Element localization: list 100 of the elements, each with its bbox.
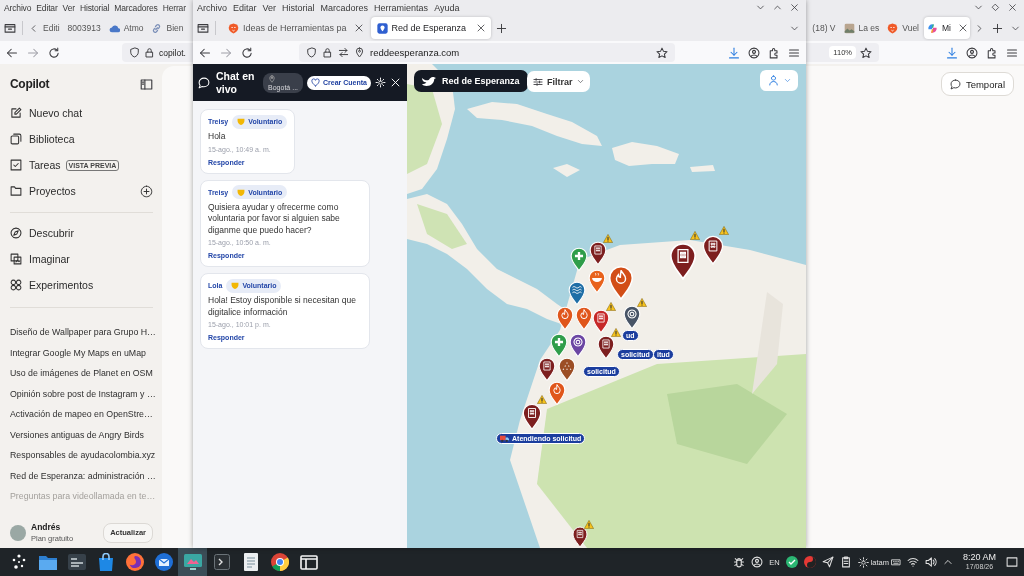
menu-item[interactable]: Editar <box>36 2 58 13</box>
mail-icon[interactable] <box>154 553 173 571</box>
browser-tab[interactable]: 8003913 <box>64 17 104 39</box>
building-pin-icon[interactable] <box>589 241 607 266</box>
swap-icon[interactable] <box>338 47 349 58</box>
menu-item[interactable]: Archivo <box>4 2 32 13</box>
chat-history-item[interactable]: Red de Esperanza: administración … <box>10 465 153 486</box>
download-icon[interactable] <box>946 46 958 59</box>
sidebar-toggle-icon[interactable] <box>140 77 153 91</box>
sidebar-item[interactable]: Experimentos <box>10 279 94 291</box>
chat-history-item[interactable]: Opinión sobre post de Instagram y … <box>10 383 153 404</box>
back-icon[interactable] <box>6 46 18 59</box>
brightness-icon[interactable] <box>857 556 869 568</box>
menu-item[interactable]: Marcadores <box>320 2 369 13</box>
reload-icon[interactable] <box>241 46 253 59</box>
star-icon[interactable] <box>656 46 668 59</box>
browser-tab[interactable]: La es <box>840 17 883 39</box>
sidebar-item[interactable]: Nuevo chat <box>10 107 83 119</box>
dots-pin-icon[interactable] <box>558 357 576 382</box>
menu-item[interactable]: Marcadores <box>114 2 158 13</box>
sidebar-item[interactable]: Descubrir <box>10 227 74 239</box>
clock-time[interactable]: 8:20 AM <box>962 552 996 562</box>
shield-icon[interactable] <box>129 47 140 58</box>
chat-history-item[interactable]: Responsables de ayudacolombia.xyz <box>10 445 153 466</box>
volume-icon[interactable] <box>924 556 937 568</box>
window-icon[interactable] <box>299 554 318 570</box>
location-pin-icon[interactable] <box>354 47 365 58</box>
flame-pin-icon[interactable] <box>556 306 574 331</box>
add-icon[interactable] <box>140 184 153 198</box>
sidebar-item[interactable]: Tareas <box>10 159 61 171</box>
temporary-chat-button[interactable]: Temporal <box>940 72 1014 96</box>
shield-icon[interactable] <box>306 47 317 58</box>
browser-tab[interactable]: Ideas de Herramientas pa <box>222 17 369 39</box>
menu-icon[interactable] <box>1006 46 1018 59</box>
bug-icon[interactable] <box>733 556 746 568</box>
ring-pin-icon[interactable] <box>569 333 587 358</box>
ring-pin-icon[interactable] <box>623 305 641 330</box>
new-tab-icon[interactable] <box>992 22 1003 34</box>
account-icon[interactable] <box>748 46 760 59</box>
url-text[interactable]: reddeesperanza.com <box>370 47 460 58</box>
terminal-icon[interactable] <box>213 554 230 570</box>
display-icon[interactable] <box>183 554 202 570</box>
browser-tab[interactable]: Red de Esperanza <box>370 17 491 39</box>
back-icon[interactable] <box>199 46 211 59</box>
menu-item[interactable]: Ver <box>262 2 277 13</box>
tab-list-icon[interactable] <box>4 22 16 34</box>
restore-icon[interactable] <box>991 3 1000 12</box>
browser-tab[interactable]: Vuel <box>884 17 922 39</box>
document-icon[interactable] <box>243 553 258 571</box>
building-pin-icon[interactable] <box>522 403 542 430</box>
brand-button[interactable]: Red de Esperanza <box>414 70 528 92</box>
settings-icon[interactable] <box>375 77 386 88</box>
menu-item[interactable]: Historial <box>79 2 110 13</box>
building-pin-icon[interactable] <box>597 335 615 360</box>
reload-icon[interactable] <box>48 46 60 59</box>
extensions-icon[interactable] <box>986 46 998 59</box>
taskbar-button[interactable] <box>178 548 207 576</box>
waves-pin-icon[interactable] <box>568 281 586 306</box>
wifi-icon[interactable] <box>906 556 919 568</box>
tab-list-icon[interactable] <box>197 22 209 34</box>
check-circle-icon[interactable] <box>785 556 798 568</box>
keyboard-icon[interactable] <box>890 557 901 567</box>
chat-history-item[interactable]: Activación de mapeo en OpenStre… <box>10 404 153 425</box>
send-icon[interactable] <box>821 556 834 568</box>
flame-pin-icon[interactable] <box>575 306 593 331</box>
building-pin-icon[interactable] <box>702 235 724 265</box>
expand-icon[interactable] <box>942 557 953 567</box>
download-icon[interactable] <box>728 46 740 59</box>
address-bar[interactable]: reddeesperanza.com <box>299 43 675 62</box>
flame-pin-icon[interactable] <box>608 265 634 301</box>
account-icon[interactable] <box>966 46 978 59</box>
menu-item[interactable]: Herramientas <box>374 2 429 13</box>
clipboard-icon[interactable] <box>839 556 852 568</box>
building-pin-icon[interactable] <box>592 309 610 334</box>
sidebar-item[interactable]: Imaginar <box>10 253 70 265</box>
browser-icon[interactable] <box>270 553 289 571</box>
menu-item[interactable]: Editar <box>233 2 257 13</box>
chat-history-item[interactable]: Integrar Google My Maps en uMap <box>10 342 153 363</box>
browser-tab[interactable]: Atmo <box>105 17 147 39</box>
browser-tab[interactable]: Mi <box>924 17 970 39</box>
new-tab-icon[interactable] <box>495 22 507 34</box>
browser-icon[interactable] <box>125 553 144 571</box>
menu-icon[interactable] <box>788 46 800 59</box>
menu-item[interactable]: Historial <box>282 2 315 13</box>
desktop-icon[interactable] <box>1006 556 1018 568</box>
menu-item[interactable]: Archivo <box>197 2 227 13</box>
menu-item[interactable]: Herrar <box>162 2 186 13</box>
lock-icon[interactable] <box>322 47 333 58</box>
filter-button[interactable]: Filtrar <box>527 71 590 92</box>
chat-history-item[interactable]: Versiones antiguas de Angry Birds <box>10 424 153 445</box>
building-pin-icon[interactable] <box>538 357 556 382</box>
browser-tab[interactable]: (18) V <box>809 17 839 39</box>
browser-tab[interactable]: Bien <box>148 17 187 39</box>
menu-item[interactable]: Ver <box>62 2 75 13</box>
bag-icon[interactable] <box>97 553 114 571</box>
star-icon[interactable] <box>860 46 872 59</box>
monitor-icon[interactable] <box>67 554 86 570</box>
url-text[interactable]: copilot. <box>159 47 186 58</box>
menu-item[interactable]: Ayuda <box>434 2 460 13</box>
lock-icon[interactable] <box>144 47 155 58</box>
